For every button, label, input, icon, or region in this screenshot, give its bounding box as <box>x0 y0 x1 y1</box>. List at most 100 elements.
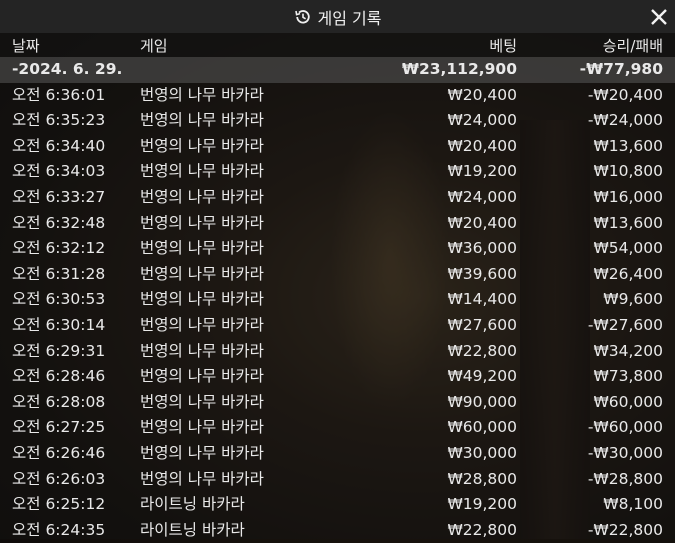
row-time: 오전 6:25:12 <box>12 495 106 514</box>
row-result: -₩28,800 <box>587 469 663 488</box>
row-bet: ₩39,600 <box>447 264 517 283</box>
table-row[interactable]: 오전 6:29:31 번영의 나무 바카라 ₩22,800 ₩34,200 <box>0 339 675 365</box>
row-result: ₩9,600 <box>603 290 663 309</box>
row-game: 번영의 나무 바카라 <box>140 367 264 386</box>
column-header-bet: 베팅 <box>489 37 517 55</box>
row-bet: ₩20,400 <box>447 213 517 232</box>
row-result: -₩24,000 <box>587 111 663 130</box>
row-time: 오전 6:34:03 <box>12 162 106 181</box>
row-game: 라이트닝 바카라 <box>140 520 245 539</box>
row-bet: ₩36,000 <box>447 239 517 258</box>
row-game: 번영의 나무 바카라 <box>140 187 264 206</box>
row-time: 오전 6:31:28 <box>12 264 106 283</box>
summary-result: -₩77,980 <box>579 60 663 78</box>
row-time: 오전 6:30:53 <box>12 290 106 309</box>
row-result: ₩73,800 <box>593 367 663 386</box>
row-game: 번영의 나무 바카라 <box>140 162 264 181</box>
close-icon <box>651 9 667 25</box>
row-result: ₩13,600 <box>593 136 663 155</box>
header-title-group: 게임 기록 <box>294 5 382 29</box>
table-row[interactable]: 오전 6:26:46 번영의 나무 바카라 ₩30,000 -₩30,000 <box>0 441 675 467</box>
row-game: 번영의 나무 바카라 <box>140 85 264 104</box>
row-bet: ₩22,800 <box>447 520 517 539</box>
row-result: -₩60,000 <box>587 418 663 437</box>
row-time: 오전 6:29:31 <box>12 341 106 360</box>
table-row[interactable]: 오전 6:31:28 번영의 나무 바카라 ₩39,600 ₩26,400 <box>0 262 675 288</box>
row-result: ₩8,100 <box>603 495 663 514</box>
table-row[interactable]: 오전 6:32:12 번영의 나무 바카라 ₩36,000 ₩54,000 <box>0 236 675 262</box>
date-summary-row[interactable]: -2024. 6. 29. ₩23,112,900 -₩77,980 <box>0 57 675 83</box>
row-result: -₩30,000 <box>587 443 663 462</box>
table-row[interactable]: 오전 6:24:35 라이트닝 바카라 ₩22,800 -₩22,800 <box>0 518 675 543</box>
row-result: ₩26,400 <box>593 264 663 283</box>
table-row[interactable]: 오전 6:30:14 번영의 나무 바카라 ₩27,600 -₩27,600 <box>0 313 675 339</box>
row-bet: ₩20,400 <box>447 136 517 155</box>
table-row[interactable]: 오전 6:27:25 번영의 나무 바카라 ₩60,000 -₩60,000 <box>0 415 675 441</box>
row-bet: ₩90,000 <box>447 392 517 411</box>
table-row[interactable]: 오전 6:33:27 번영의 나무 바카라 ₩24,000 ₩16,000 <box>0 185 675 211</box>
game-history-panel: 게임 기록 날짜 게임 베팅 승리/패배 -2024. 6. 29. ₩23,1… <box>0 0 675 539</box>
row-game: 번영의 나무 바카라 <box>140 239 264 258</box>
history-icon <box>294 8 312 26</box>
row-bet: ₩14,400 <box>447 290 517 309</box>
row-game: 번영의 나무 바카라 <box>140 111 264 130</box>
row-game: 번영의 나무 바카라 <box>140 418 264 437</box>
row-time: 오전 6:33:27 <box>12 187 106 206</box>
table-row[interactable]: 오전 6:28:08 번영의 나무 바카라 ₩90,000 ₩60,000 <box>0 390 675 416</box>
row-bet: ₩22,800 <box>447 341 517 360</box>
row-result: ₩34,200 <box>593 341 663 360</box>
close-button[interactable] <box>647 5 671 29</box>
row-game: 번영의 나무 바카라 <box>140 443 264 462</box>
row-time: 오전 6:26:03 <box>12 469 106 488</box>
row-game: 번영의 나무 바카라 <box>140 392 264 411</box>
table-row[interactable]: 오전 6:35:23 번영의 나무 바카라 ₩24,000 -₩24,000 <box>0 108 675 134</box>
row-time: 오전 6:24:35 <box>12 520 106 539</box>
row-bet: ₩24,000 <box>447 111 517 130</box>
table-row[interactable]: 오전 6:28:46 번영의 나무 바카라 ₩49,200 ₩73,800 <box>0 364 675 390</box>
row-result: ₩13,600 <box>593 213 663 232</box>
row-time: 오전 6:32:12 <box>12 239 106 258</box>
row-game: 번영의 나무 바카라 <box>140 290 264 309</box>
row-game: 라이트닝 바카라 <box>140 495 245 514</box>
row-game: 번영의 나무 바카라 <box>140 341 264 360</box>
row-game: 번영의 나무 바카라 <box>140 315 264 334</box>
row-time: 오전 6:26:46 <box>12 443 106 462</box>
row-result: ₩60,000 <box>593 392 663 411</box>
row-bet: ₩19,200 <box>447 162 517 181</box>
row-result: -₩20,400 <box>587 85 663 104</box>
row-time: 오전 6:28:46 <box>12 367 106 386</box>
row-result: ₩16,000 <box>593 187 663 206</box>
row-result: ₩54,000 <box>593 239 663 258</box>
table-row[interactable]: 오전 6:34:03 번영의 나무 바카라 ₩19,200 ₩10,800 <box>0 159 675 185</box>
row-game: 번영의 나무 바카라 <box>140 136 264 155</box>
table-row[interactable]: 오전 6:26:03 번영의 나무 바카라 ₩28,800 -₩28,800 <box>0 467 675 493</box>
row-time: 오전 6:27:25 <box>12 418 106 437</box>
row-result: -₩22,800 <box>587 520 663 539</box>
row-bet: ₩20,400 <box>447 85 517 104</box>
row-bet: ₩30,000 <box>447 443 517 462</box>
table-row[interactable]: 오전 6:25:12 라이트닝 바카라 ₩19,200 ₩8,100 <box>0 492 675 518</box>
panel-title: 게임 기록 <box>317 8 382 28</box>
history-table: -2024. 6. 29. ₩23,112,900 -₩77,980 오전 6:… <box>0 57 675 543</box>
table-row[interactable]: 오전 6:32:48 번영의 나무 바카라 ₩20,400 ₩13,600 <box>0 211 675 237</box>
row-game: 번영의 나무 바카라 <box>140 213 264 232</box>
row-time: 오전 6:32:48 <box>12 213 106 232</box>
table-row[interactable]: 오전 6:36:01 번영의 나무 바카라 ₩20,400 -₩20,400 <box>0 83 675 109</box>
row-bet: ₩24,000 <box>447 187 517 206</box>
table-row[interactable]: 오전 6:30:53 번영의 나무 바카라 ₩14,400 ₩9,600 <box>0 287 675 313</box>
summary-bet: ₩23,112,900 <box>401 60 517 78</box>
column-header-row: 날짜 게임 베팅 승리/패배 <box>0 33 675 57</box>
row-game: 번영의 나무 바카라 <box>140 264 264 283</box>
row-time: 오전 6:34:40 <box>12 136 106 155</box>
row-time: 오전 6:36:01 <box>12 85 106 104</box>
row-time: 오전 6:28:08 <box>12 392 106 411</box>
column-header-result: 승리/패배 <box>602 37 663 55</box>
row-bet: ₩19,200 <box>447 495 517 514</box>
row-time: 오전 6:35:23 <box>12 111 106 130</box>
column-header-game: 게임 <box>140 37 168 55</box>
row-bet: ₩27,600 <box>447 315 517 334</box>
table-row[interactable]: 오전 6:34:40 번영의 나무 바카라 ₩20,400 ₩13,600 <box>0 134 675 160</box>
column-header-date: 날짜 <box>12 37 40 55</box>
row-result: -₩27,600 <box>587 315 663 334</box>
row-bet: ₩28,800 <box>447 469 517 488</box>
